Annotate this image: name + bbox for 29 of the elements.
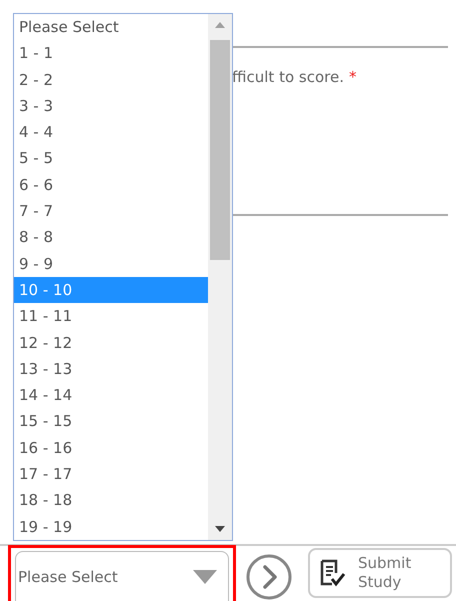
dropdown-option[interactable]: 15 - 15 <box>14 408 208 435</box>
dropdown-option[interactable]: 11 - 11 <box>14 303 208 330</box>
dropdown-option[interactable]: 6 - 6 <box>14 172 208 198</box>
question-text: fficult to score. <box>232 68 344 86</box>
select-field[interactable]: Please Select <box>15 551 229 601</box>
dropdown-option[interactable]: 7 - 7 <box>14 198 208 224</box>
dropdown-option[interactable]: 5 - 5 <box>14 145 208 172</box>
dropdown-option[interactable]: 14 - 14 <box>14 382 208 408</box>
dropdown-option[interactable]: 9 - 9 <box>14 250 208 277</box>
dropdown-option[interactable]: 8 - 8 <box>14 224 208 251</box>
dropdown-option[interactable]: 17 - 17 <box>14 461 208 488</box>
scroll-up-icon[interactable] <box>215 22 225 28</box>
submit-button[interactable]: Submit Study <box>308 548 452 598</box>
dropdown-option[interactable]: 2 - 2 <box>14 66 208 93</box>
scroll-down-icon[interactable] <box>215 526 225 532</box>
document-check-icon <box>318 559 346 587</box>
required-mark: * <box>348 68 356 86</box>
dropdown-option[interactable]: 18 - 18 <box>14 487 208 514</box>
dropdown-option[interactable]: 13 - 13 <box>14 356 208 382</box>
dropdown-option[interactable]: 1 - 1 <box>14 40 208 67</box>
scrollbar[interactable] <box>208 14 232 540</box>
dropdown-option[interactable]: 3 - 3 <box>14 92 208 120</box>
dropdown-option[interactable]: Please Select <box>14 14 208 40</box>
dropdown-option[interactable]: 4 - 4 <box>14 119 208 146</box>
dropdown-option[interactable]: 19 - 19 <box>14 514 208 540</box>
next-icon[interactable] <box>244 554 294 600</box>
dropdown-option[interactable]: 16 - 16 <box>14 434 208 462</box>
caret-icon <box>192 568 218 584</box>
dropdown-option[interactable]: 12 - 12 <box>14 330 208 356</box>
